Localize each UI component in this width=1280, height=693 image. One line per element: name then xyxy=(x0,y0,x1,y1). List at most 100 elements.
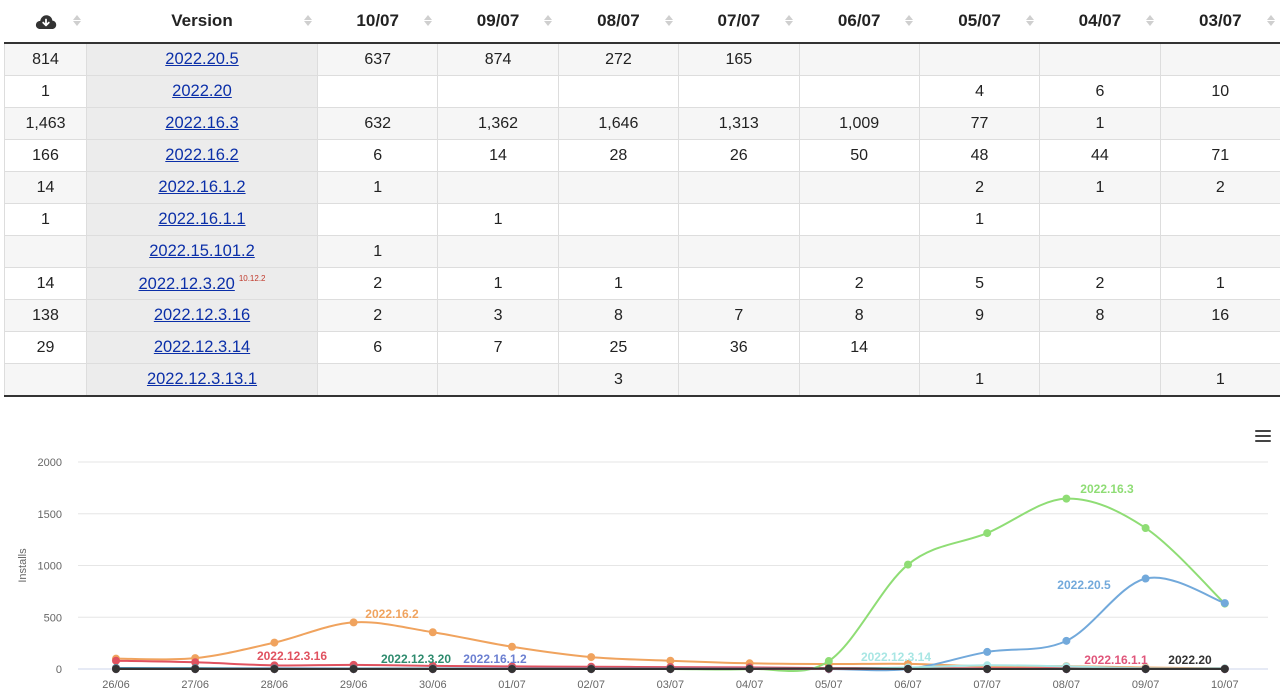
version-cell: 2022.16.1.2 xyxy=(86,171,318,204)
data-point xyxy=(1220,665,1229,673)
versions-table: Version 10/07 09/07 08/07 07/07 06/07 05/07 04/… xyxy=(4,0,1280,397)
version-link[interactable]: 2022.15.101.2 xyxy=(149,242,255,260)
daily-installs-cell xyxy=(437,235,559,268)
header-date[interactable]: 08/07 xyxy=(558,0,679,44)
daily-installs-cell xyxy=(316,75,439,108)
total-downloads-cell: 29 xyxy=(4,331,87,364)
daily-installs-cell: 25 xyxy=(557,331,680,364)
header-date[interactable]: 03/07 xyxy=(1160,0,1280,44)
table-row: 166 2022.16.2 6 14 28 26 50 48 44 71 xyxy=(4,139,1280,172)
version-link[interactable]: 2022.12.3.20 xyxy=(138,275,234,293)
version-link[interactable]: 2022.16.1.2 xyxy=(158,178,245,196)
version-link[interactable]: 2022.12.3.16 xyxy=(154,306,250,324)
version-note: 10.12.2 xyxy=(238,273,266,283)
version-link[interactable]: 2022.16.1.1 xyxy=(158,210,245,228)
y-tick-label: 1000 xyxy=(38,561,62,573)
header-date[interactable]: 07/07 xyxy=(678,0,799,44)
daily-installs-cell: 1 xyxy=(316,235,439,268)
daily-installs-cell xyxy=(918,42,1041,76)
version-link[interactable]: 2022.12.3.14 xyxy=(154,338,250,356)
version-link[interactable]: 2022.16.2 xyxy=(165,146,238,164)
x-tick-label: 26/06 xyxy=(102,679,130,691)
daily-installs-cell xyxy=(798,235,920,268)
daily-installs-cell xyxy=(918,331,1041,364)
table-row: 2022.15.101.2 1 xyxy=(4,235,1280,268)
header-version[interactable]: Version xyxy=(86,0,318,44)
daily-installs-cell: 28 xyxy=(557,139,680,172)
header-date[interactable]: 09/07 xyxy=(437,0,559,44)
daily-installs-cell: 1 xyxy=(1039,171,1161,204)
sort-arrows-icon xyxy=(1146,14,1155,28)
total-downloads-cell: 14 xyxy=(4,267,87,300)
data-point xyxy=(587,653,596,662)
y-tick-label: 1500 xyxy=(38,509,62,521)
version-cell: 2022.16.1.1 xyxy=(86,203,318,236)
daily-installs-cell: 2 xyxy=(798,267,920,300)
daily-installs-cell: 50 xyxy=(798,139,920,172)
version-cell: 2022.12.3.14 xyxy=(86,331,318,364)
total-downloads-cell: 1 xyxy=(4,75,87,108)
data-point xyxy=(666,665,675,673)
y-tick-label: 2000 xyxy=(38,457,62,469)
sort-arrows-icon xyxy=(303,14,312,28)
total-downloads-cell: 14 xyxy=(4,171,87,204)
version-link[interactable]: 2022.20.5 xyxy=(165,50,238,68)
total-downloads-cell: 814 xyxy=(4,42,87,76)
daily-installs-cell xyxy=(798,203,920,236)
daily-installs-cell: 3 xyxy=(557,363,680,397)
daily-installs-cell: 6 xyxy=(1039,75,1161,108)
daily-installs-cell xyxy=(1159,107,1280,140)
header-date[interactable]: 06/07 xyxy=(799,0,920,44)
daily-installs-cell xyxy=(798,171,920,204)
sort-arrows-icon xyxy=(423,14,432,28)
daily-installs-cell xyxy=(678,363,800,397)
x-tick-label: 09/07 xyxy=(1132,679,1160,691)
data-point xyxy=(904,560,912,569)
sort-arrows-icon xyxy=(664,14,673,28)
data-point xyxy=(904,665,912,673)
daily-installs-cell xyxy=(437,171,559,204)
total-downloads-cell: 166 xyxy=(4,139,87,172)
daily-installs-cell: 6 xyxy=(316,331,439,364)
x-tick-label: 02/07 xyxy=(577,679,605,691)
daily-installs-cell xyxy=(678,235,800,268)
header-date[interactable]: 04/07 xyxy=(1039,0,1161,44)
daily-installs-cell xyxy=(1039,331,1161,364)
version-link[interactable]: 2022.16.3 xyxy=(165,114,238,132)
daily-installs-cell: 1 xyxy=(1159,363,1280,397)
version-link[interactable]: 2022.20 xyxy=(172,82,232,100)
x-tick-label: 30/06 xyxy=(419,679,447,691)
data-point xyxy=(191,665,200,673)
series-annotation: 2022.16.3 xyxy=(1080,482,1134,496)
daily-installs-cell: 71 xyxy=(1159,139,1280,172)
header-downloads[interactable] xyxy=(4,0,87,44)
daily-installs-cell xyxy=(1159,203,1280,236)
header-label: 07/07 xyxy=(717,11,761,30)
header-date[interactable]: 05/07 xyxy=(919,0,1040,44)
data-point xyxy=(112,656,120,665)
x-tick-label: 06/07 xyxy=(894,679,922,691)
daily-installs-cell xyxy=(1039,235,1161,268)
version-link[interactable]: 2022.12.3.13.1 xyxy=(147,370,257,388)
daily-installs-cell: 272 xyxy=(557,42,680,76)
series-annotation: 2022.20.5 xyxy=(1057,578,1111,592)
table-row: 29 2022.12.3.14 6 7 25 36 14 xyxy=(4,331,1280,364)
data-point xyxy=(983,647,992,656)
header-date[interactable]: 10/07 xyxy=(317,0,438,44)
daily-installs-cell: 165 xyxy=(678,42,800,76)
data-point xyxy=(1141,574,1150,583)
header-label: 05/07 xyxy=(958,11,1001,30)
daily-installs-cell xyxy=(798,363,920,397)
data-point xyxy=(428,665,437,673)
daily-installs-cell xyxy=(316,363,439,397)
daily-installs-cell xyxy=(557,171,680,204)
daily-installs-cell: 7 xyxy=(437,331,559,364)
daily-installs-cell: 2 xyxy=(1039,267,1161,300)
daily-installs-cell: 632 xyxy=(316,107,439,140)
daily-installs-cell xyxy=(1159,235,1280,268)
sort-arrows-icon xyxy=(1025,14,1034,28)
daily-installs-cell: 2 xyxy=(918,171,1041,204)
daily-installs-cell xyxy=(918,235,1041,268)
daily-installs-cell: 5 xyxy=(918,267,1041,300)
header-label: 03/07 xyxy=(1199,11,1242,30)
